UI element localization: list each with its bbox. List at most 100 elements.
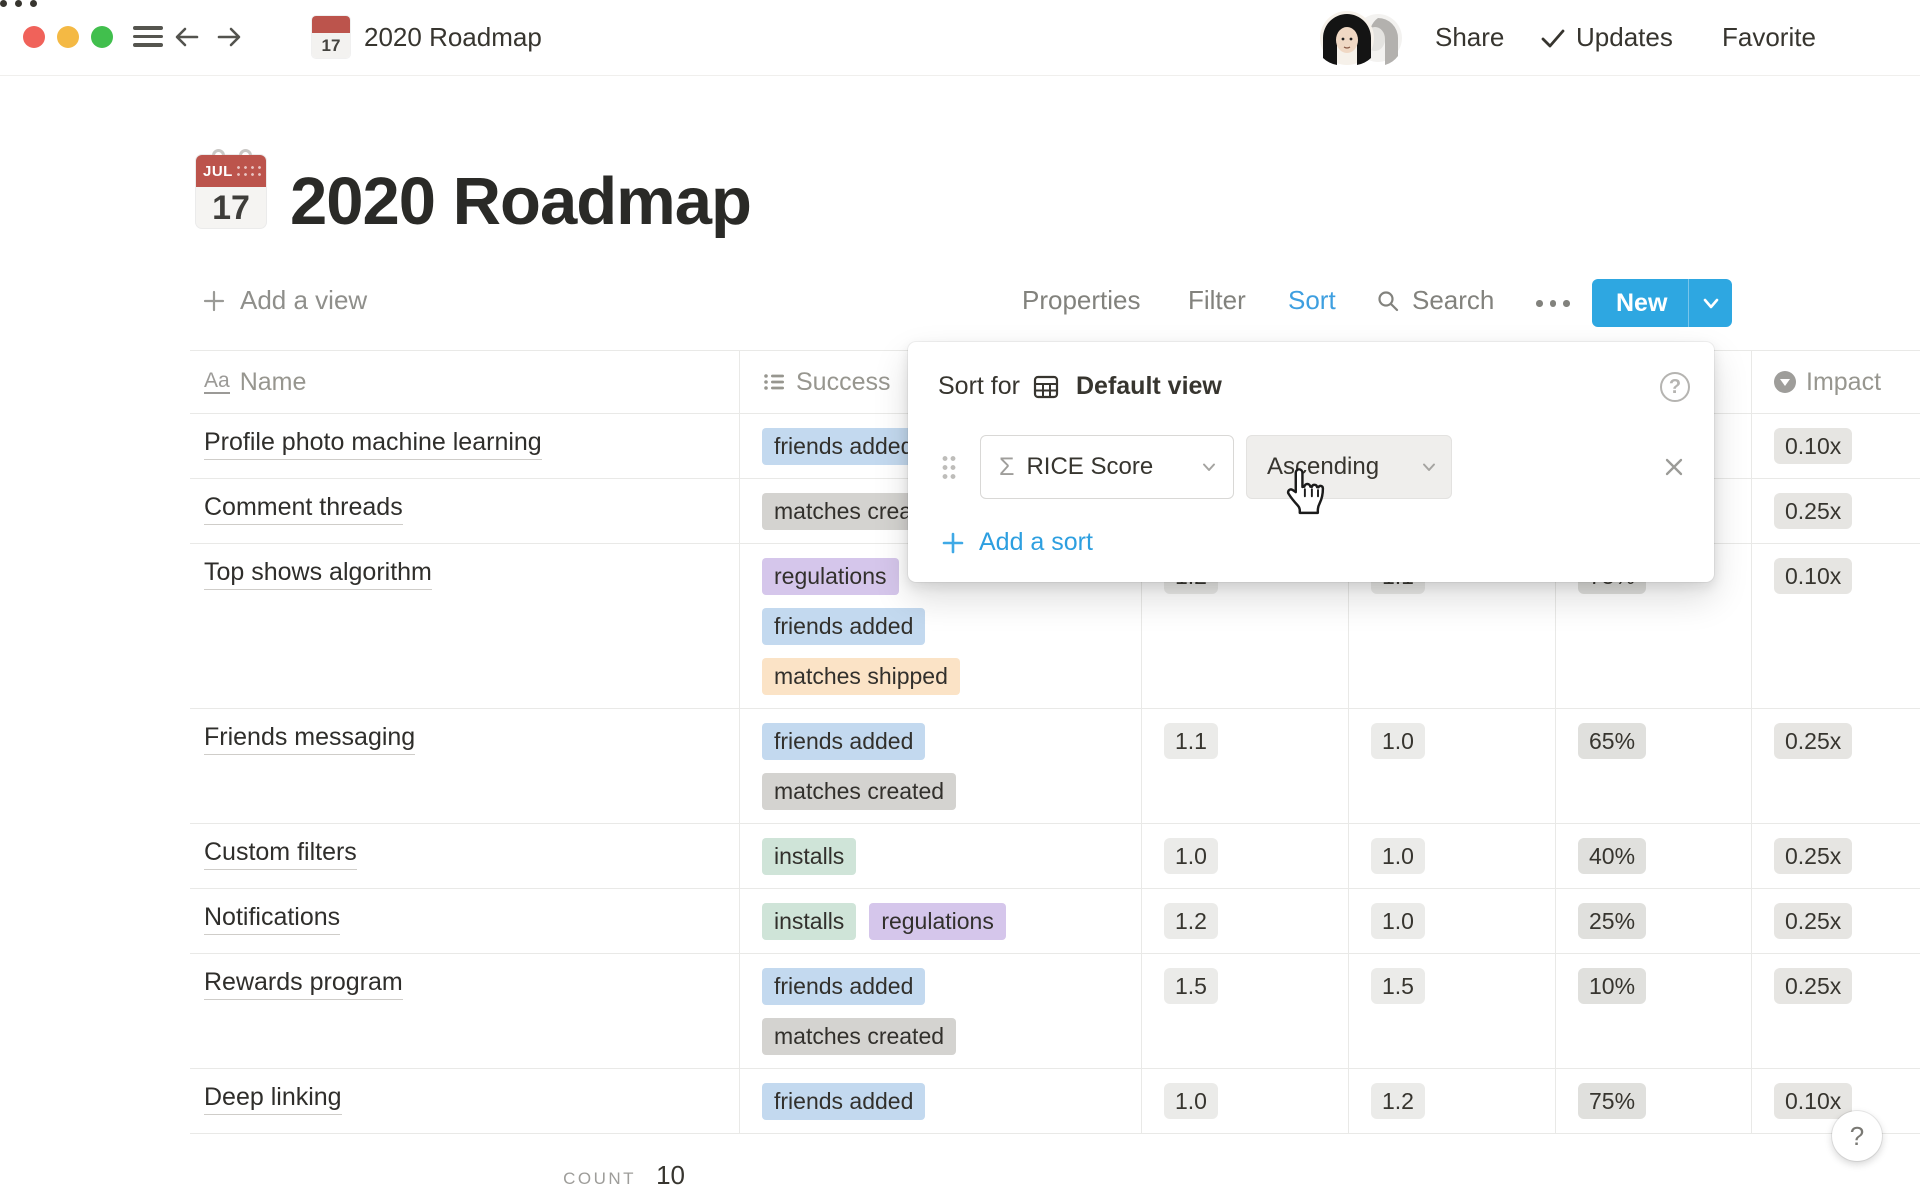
page-link[interactable]: Rewards program: [204, 968, 403, 1000]
impact-cell[interactable]: 0.25x: [1752, 954, 1920, 1068]
number-value: 1.5: [1164, 968, 1218, 1004]
sort-popup: Sort for Default view ? Σ RICE Score Asc…: [908, 342, 1714, 582]
row-name-cell[interactable]: Comment threads: [190, 479, 740, 543]
help-button[interactable]: ?: [1832, 1111, 1882, 1161]
number-value: 1.2: [1371, 1083, 1425, 1119]
sort-popup-header: Sort for Default view: [938, 372, 1222, 401]
number-cell[interactable]: 65%: [1556, 709, 1752, 823]
page-link[interactable]: Comment threads: [204, 493, 403, 525]
add-view-button[interactable]: Add a view: [202, 285, 367, 316]
page-link[interactable]: Friends messaging: [204, 723, 415, 755]
properties-button[interactable]: Properties: [1022, 285, 1141, 316]
view-more-options-icon[interactable]: [1536, 300, 1570, 307]
table-count-row[interactable]: COUNT 10: [190, 1160, 740, 1191]
filter-button[interactable]: Filter: [1188, 285, 1246, 316]
sort-property-select[interactable]: Σ RICE Score: [980, 435, 1234, 499]
page-title[interactable]: 2020 Roadmap: [290, 163, 751, 240]
minimize-window-button[interactable]: [57, 26, 79, 48]
column-header-impact[interactable]: Impact: [1752, 351, 1920, 413]
number-cell[interactable]: 10%: [1556, 954, 1752, 1068]
search-button[interactable]: Search: [1376, 285, 1494, 316]
column-header-name[interactable]: Aa Name: [190, 351, 740, 413]
number-cell[interactable]: 1.5: [1142, 954, 1349, 1068]
top-bar: 17 2020 Roadmap: [0, 0, 1920, 76]
number-cell[interactable]: 1.0: [1349, 709, 1556, 823]
number-cell[interactable]: 25%: [1556, 889, 1752, 953]
forward-arrow-icon[interactable]: [214, 22, 244, 52]
success-tags-cell[interactable]: friends added: [740, 1069, 1142, 1133]
sort-button[interactable]: Sort: [1288, 285, 1336, 316]
number-value: 1.0: [1371, 723, 1425, 759]
breadcrumb-page-title[interactable]: 2020 Roadmap: [364, 0, 542, 75]
number-value: 25%: [1578, 903, 1646, 939]
impact-value: 0.10x: [1774, 1083, 1852, 1119]
sort-direction-select[interactable]: Ascending: [1246, 435, 1452, 499]
tag-friends-added: friends added: [762, 1083, 925, 1120]
drag-handle-icon[interactable]: [941, 454, 957, 480]
row-name-cell[interactable]: Deep linking: [190, 1069, 740, 1133]
success-tags-cell[interactable]: installs: [740, 824, 1142, 888]
count-value: 10: [656, 1160, 685, 1191]
tag-friends-added: friends added: [762, 608, 925, 645]
page-icon-calendar[interactable]: JUL 17: [196, 155, 266, 228]
number-cell[interactable]: 1.2: [1142, 889, 1349, 953]
help-icon[interactable]: ?: [1660, 372, 1690, 402]
sort-view-name: Default view: [1076, 372, 1222, 401]
chevron-down-icon: [1421, 459, 1437, 475]
page-link[interactable]: Notifications: [204, 903, 340, 935]
view-toolbar: Add a view Properties Filter Sort Search…: [0, 275, 1920, 327]
impact-cell[interactable]: 0.25x: [1752, 709, 1920, 823]
row-name-cell[interactable]: Custom filters: [190, 824, 740, 888]
number-cell[interactable]: 1.5: [1349, 954, 1556, 1068]
favorite-button[interactable]: Favorite: [1722, 0, 1816, 75]
row-name-cell[interactable]: Profile photo machine learning: [190, 414, 740, 478]
number-cell[interactable]: 1.0: [1142, 824, 1349, 888]
share-button[interactable]: Share: [1435, 0, 1504, 75]
add-sort-button[interactable]: Add a sort: [941, 528, 1093, 557]
close-window-button[interactable]: [23, 26, 45, 48]
impact-value: 0.25x: [1774, 723, 1852, 759]
number-cell[interactable]: 75%: [1556, 1069, 1752, 1133]
impact-cell[interactable]: 0.25x: [1752, 889, 1920, 953]
page-link[interactable]: Custom filters: [204, 838, 357, 870]
back-arrow-icon[interactable]: [172, 22, 202, 52]
impact-value: 0.25x: [1774, 838, 1852, 874]
plus-icon: [202, 289, 226, 313]
table-row: Friends messaging friends addedmatches cr…: [190, 709, 1920, 824]
page-link[interactable]: Deep linking: [204, 1083, 342, 1115]
number-cell[interactable]: 1.2: [1349, 1069, 1556, 1133]
remove-sort-icon[interactable]: [1663, 456, 1685, 478]
impact-cell[interactable]: 0.25x: [1752, 479, 1920, 543]
impact-cell[interactable]: 0.25x: [1752, 824, 1920, 888]
row-name-cell[interactable]: Top shows algorithm: [190, 544, 740, 708]
number-cell[interactable]: 1.0: [1349, 889, 1556, 953]
new-button[interactable]: New: [1592, 279, 1732, 327]
row-name-cell[interactable]: Rewards program: [190, 954, 740, 1068]
success-tags-cell[interactable]: installsregulations: [740, 889, 1142, 953]
number-cell[interactable]: 1.1: [1142, 709, 1349, 823]
updates-button[interactable]: Updates: [1540, 0, 1673, 75]
impact-cell[interactable]: 0.10x: [1752, 414, 1920, 478]
row-name-cell[interactable]: Notifications: [190, 889, 740, 953]
number-cell[interactable]: 1.0: [1142, 1069, 1349, 1133]
check-icon: [1540, 25, 1566, 51]
number-value: 1.0: [1164, 1083, 1218, 1119]
number-value: 65%: [1578, 723, 1646, 759]
zoom-window-button[interactable]: [91, 26, 113, 48]
page-link[interactable]: Top shows algorithm: [204, 558, 432, 590]
impact-cell[interactable]: 0.10x: [1752, 544, 1920, 708]
number-value: 1.5: [1371, 968, 1425, 1004]
chevron-down-icon: [1701, 293, 1721, 313]
avatar: [1320, 11, 1374, 65]
text-property-icon: Aa: [204, 370, 230, 394]
sidebar-menu-icon[interactable]: [133, 26, 163, 48]
number-cell[interactable]: 40%: [1556, 824, 1752, 888]
sort-direction-value: Ascending: [1267, 453, 1379, 481]
success-tags-cell[interactable]: friends addedmatches created: [740, 954, 1142, 1068]
number-cell[interactable]: 1.0: [1349, 824, 1556, 888]
success-tags-cell[interactable]: friends addedmatches created: [740, 709, 1142, 823]
row-name-cell[interactable]: Friends messaging: [190, 709, 740, 823]
page-link[interactable]: Profile photo machine learning: [204, 428, 542, 460]
sort-for-label: Sort for: [938, 372, 1020, 401]
list-property-icon: [762, 370, 786, 394]
